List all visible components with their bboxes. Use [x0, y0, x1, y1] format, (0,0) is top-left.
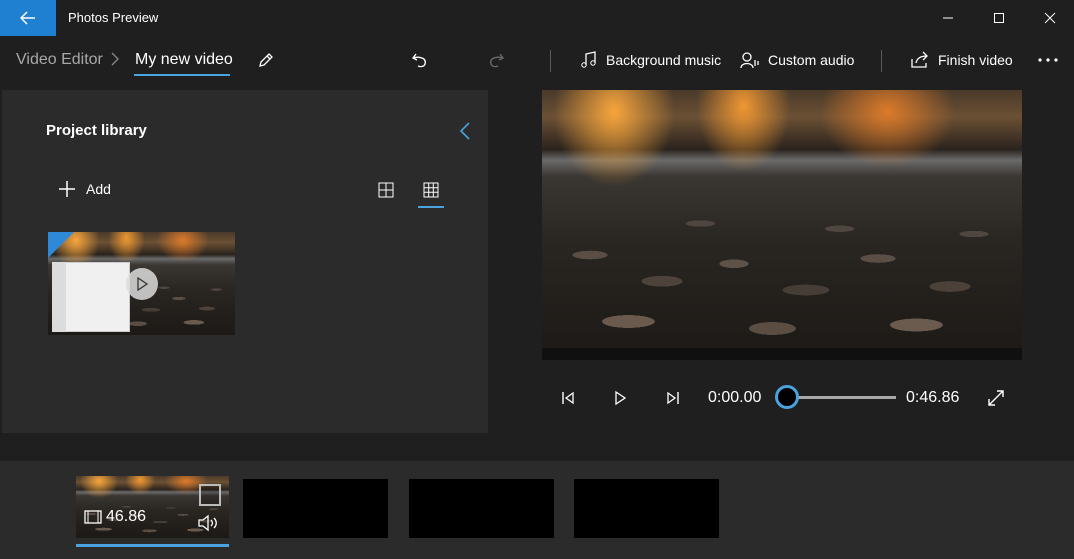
- maximize-button[interactable]: [975, 0, 1023, 36]
- background-music-button[interactable]: Background music: [580, 48, 721, 72]
- finish-video-button[interactable]: Finish video: [910, 48, 1013, 72]
- pencil-icon: [259, 53, 273, 67]
- toolbar: Video Editor My new video Background mus…: [0, 36, 1074, 84]
- view-active-indicator: [418, 206, 444, 208]
- back-button[interactable]: [0, 0, 56, 36]
- finish-video-label: Finish video: [938, 52, 1013, 68]
- custom-audio-button[interactable]: Custom audio: [740, 48, 854, 72]
- arrow-left-icon: [20, 11, 35, 25]
- clip-duration: 46.86: [84, 508, 146, 526]
- step-back-icon: [562, 391, 574, 405]
- person-audio-icon: [740, 52, 759, 69]
- grid-small-icon: [423, 182, 439, 198]
- play-icon: [615, 390, 627, 406]
- breadcrumb-video-editor[interactable]: Video Editor: [16, 51, 103, 69]
- thumbnail-selected-corner: [48, 232, 74, 258]
- redo-icon: [490, 53, 504, 68]
- toolbar-divider: [881, 50, 882, 72]
- play-icon: [137, 276, 149, 292]
- fullscreen-button[interactable]: [984, 386, 1008, 410]
- clip-selected-indicator: [76, 544, 229, 547]
- preview-taskbar: [542, 348, 1022, 360]
- storyboard-empty-slot[interactable]: [409, 479, 554, 538]
- previous-frame-button[interactable]: [556, 386, 580, 410]
- maximize-icon: [994, 13, 1004, 23]
- play-button[interactable]: [608, 386, 632, 410]
- playback-scrubber-track[interactable]: [786, 396, 896, 399]
- large-grid-view-button[interactable]: [374, 178, 398, 202]
- close-button[interactable]: [1026, 0, 1074, 36]
- custom-audio-label: Custom audio: [768, 52, 855, 68]
- add-label: Add: [86, 181, 111, 197]
- library-video-thumbnail[interactable]: [48, 232, 235, 335]
- clip-duration-text: 46.86: [106, 508, 147, 525]
- library-title: Project library: [46, 122, 147, 139]
- more-options-button[interactable]: [1036, 48, 1060, 72]
- thumbnail-window-sidebar: [52, 262, 66, 332]
- grid-large-icon: [378, 182, 394, 198]
- background-music-label: Background music: [606, 52, 722, 68]
- toolbar-divider: [550, 50, 551, 72]
- minimize-icon: [943, 17, 953, 19]
- music-note-icon: [581, 51, 596, 68]
- collapse-library-button[interactable]: [456, 120, 474, 142]
- thumbnail-play-button[interactable]: [126, 268, 158, 300]
- undo-button[interactable]: [408, 48, 432, 72]
- app-title: Photos Preview: [68, 10, 159, 25]
- storyboard-empty-slot[interactable]: [243, 479, 388, 538]
- title-bar: Photos Preview: [0, 0, 1074, 36]
- clip-select-checkbox[interactable]: [199, 484, 221, 506]
- minimize-button[interactable]: [924, 0, 972, 36]
- storyboard-empty-slot[interactable]: [574, 479, 719, 538]
- total-time: 0:46.86: [906, 389, 960, 406]
- breadcrumb-active-indicator: [134, 74, 230, 76]
- playback-scrubber-thumb[interactable]: [775, 385, 799, 409]
- close-icon: [1044, 12, 1056, 24]
- expand-icon: [988, 390, 1004, 406]
- video-preview[interactable]: [542, 90, 1022, 360]
- rename-button[interactable]: [254, 48, 278, 72]
- speaker-icon[interactable]: [197, 514, 219, 532]
- undo-icon: [412, 53, 426, 68]
- current-time: 0:00.00: [708, 389, 762, 406]
- ellipsis-icon: [1038, 58, 1058, 62]
- breadcrumb-project-name[interactable]: My new video: [135, 51, 233, 69]
- storyboard: 46.86: [0, 461, 1074, 559]
- next-frame-button[interactable]: [661, 386, 685, 410]
- project-library-panel: Project library Add: [2, 90, 488, 433]
- preview-stones: [542, 185, 1022, 360]
- small-grid-view-button[interactable]: [419, 178, 443, 202]
- add-media-button[interactable]: Add: [58, 180, 111, 198]
- storyboard-clip[interactable]: 46.86: [76, 476, 229, 538]
- plus-icon: [59, 181, 75, 197]
- film-icon: [84, 510, 102, 524]
- share-icon: [911, 51, 928, 68]
- redo-button[interactable]: [484, 48, 508, 72]
- chevron-left-icon: [459, 122, 470, 140]
- chevron-right-icon: [111, 52, 119, 66]
- step-forward-icon: [667, 391, 679, 405]
